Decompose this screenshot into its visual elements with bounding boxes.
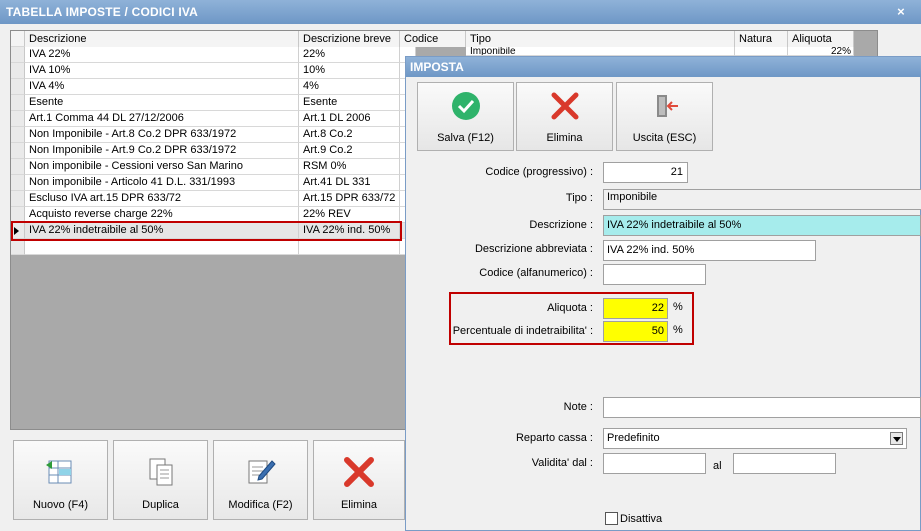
header-selector [11,31,25,47]
dialog-title: IMPOSTA [406,57,921,77]
uscita-button[interactable]: Uscita (ESC) [616,82,713,151]
descrizione-cell[interactable]: Non imponibile - Articolo 41 D.L. 331/19… [25,175,299,191]
dialog-elimina-button[interactable]: Elimina [516,82,613,151]
descrizione-breve-cell[interactable]: Art.1 DL 2006 [299,111,400,127]
delete-x-icon [551,92,578,120]
descrizione-abbreviata-field[interactable]: IVA 22% ind. 50% [603,240,816,261]
descrizione-cell[interactable]: Non Imponibile - Art.8 Co.2 DPR 633/1972 [25,127,299,143]
row-selector[interactable] [11,111,25,127]
validita-dal-label: Validita' dal : [531,457,593,469]
descrizione-cell[interactable]: IVA 10% [25,63,299,79]
descrizione-cell[interactable]: IVA 4% [25,79,299,95]
col-header-tipo[interactable]: Tipo [466,31,735,47]
col-header-aliquota[interactable]: Aliquota [788,31,854,47]
descrizione-cell[interactable]: Escluso IVA art.15 DPR 633/72 [25,191,299,207]
salva-button[interactable]: Salva (F12) [417,82,514,151]
codice-field[interactable]: 21 [603,162,688,183]
aliquota-highlight-box [449,292,694,345]
note-field[interactable] [603,397,921,418]
duplica-label: Duplica [142,499,179,511]
new-row-icon [45,460,71,484]
col-header-descrizione[interactable]: Descrizione [25,31,299,47]
dialog-elimina-label: Elimina [546,132,583,144]
row-selector[interactable] [11,63,25,79]
codice-label: Codice (progressivo) : [485,166,593,178]
duplicate-icon [149,458,172,486]
uscita-label: Uscita (ESC) [632,132,697,144]
duplica-button[interactable]: Duplica [113,440,208,520]
tipo-field[interactable]: Imponibile [603,189,921,210]
natura-cell-partial [735,47,788,56]
descrizione-field[interactable]: IVA 22% indetraibile al 50% [603,215,921,236]
disattiva-checkbox[interactable] [605,512,618,525]
row-selector[interactable] [11,159,25,175]
descrizione-breve-cell[interactable]: Esente [299,95,400,111]
row-selector[interactable] [11,239,25,255]
col-header-filler [854,31,877,47]
descrizione-breve-cell[interactable]: Art.9 Co.2 [299,143,400,159]
descrizione-abbreviata-label: Descrizione abbreviata : [474,243,593,255]
window-title: TABELLA IMPOSTE / CODICI IVA [6,5,199,19]
descrizione-cell[interactable] [25,239,299,255]
descrizione-cell[interactable]: Non imponibile - Cessioni verso San Mari… [25,159,299,175]
salva-label: Salva (F12) [437,132,494,144]
row-selector[interactable] [11,127,25,143]
descrizione-breve-cell[interactable]: RSM 0% [299,159,400,175]
codice-alfanumerico-label: Codice (alfanumerico) : [479,267,593,279]
col-header-descrizione-breve[interactable]: Descrizione breve [299,31,400,47]
descrizione-breve-cell[interactable]: 10% [299,63,400,79]
descrizione-cell[interactable]: Esente [25,95,299,111]
nuovo-button[interactable]: Nuovo (F4) [13,440,108,520]
tipo-label: Tipo : [565,192,593,204]
elimina-button[interactable]: Elimina [313,440,405,520]
validita-al-field[interactable] [733,453,836,474]
descrizione-cell[interactable]: IVA 22% [25,47,299,63]
row-selector[interactable] [11,191,25,207]
selected-row-highlight [11,221,402,241]
descrizione-breve-cell[interactable]: 22% [299,47,400,63]
row-selector[interactable] [11,47,25,63]
modifica-button[interactable]: Modifica (F2) [213,440,308,520]
descrizione-breve-cell[interactable] [299,239,400,255]
descrizione-breve-cell[interactable]: 4% [299,79,400,95]
validita-dal-field[interactable] [603,453,706,474]
edit-icon [248,460,276,484]
descrizione-cell[interactable]: Non Imponibile - Art.9 Co.2 DPR 633/1972 [25,143,299,159]
reparto-cassa-value: Predefinito [607,432,660,444]
aliquota-cell-partial: 22% [788,47,854,56]
exit-door-icon [656,95,678,117]
descrizione-breve-cell[interactable]: Art.8 Co.2 [299,127,400,143]
descrizione-breve-cell[interactable]: Art.15 DPR 633/72 [299,191,400,207]
descrizione-cell[interactable]: Art.1 Comma 44 DL 27/12/2006 [25,111,299,127]
close-icon[interactable]: × [893,0,909,24]
row-selector[interactable] [11,95,25,111]
note-label: Note : [563,401,593,413]
nuovo-label: Nuovo (F4) [32,499,89,511]
row-selector[interactable] [11,175,25,191]
reparto-cassa-select[interactable]: Predefinito [603,428,907,449]
tipo-cell-partial: Imponibile [466,47,735,56]
disattiva-label: Disattiva [620,513,663,525]
col-header-natura[interactable]: Natura [735,31,788,47]
reparto-cassa-label: Reparto cassa : [515,432,593,444]
chevron-down-icon[interactable] [890,432,903,445]
elimina-label: Elimina [340,499,378,511]
window-titlebar: TABELLA IMPOSTE / CODICI IVA × [0,0,921,24]
delete-x-icon [344,457,374,487]
row-selector[interactable] [11,79,25,95]
check-icon [451,92,480,120]
al-label: al [713,460,722,472]
col-header-codice[interactable]: Codice [400,31,466,47]
descrizione-label: Descrizione : [529,219,593,231]
modifica-label: Modifica (F2) [228,499,293,511]
descrizione-breve-cell[interactable]: Art.41 DL 331 [299,175,400,191]
row-selector[interactable] [11,143,25,159]
codice-alfanumerico-field[interactable] [603,264,706,285]
